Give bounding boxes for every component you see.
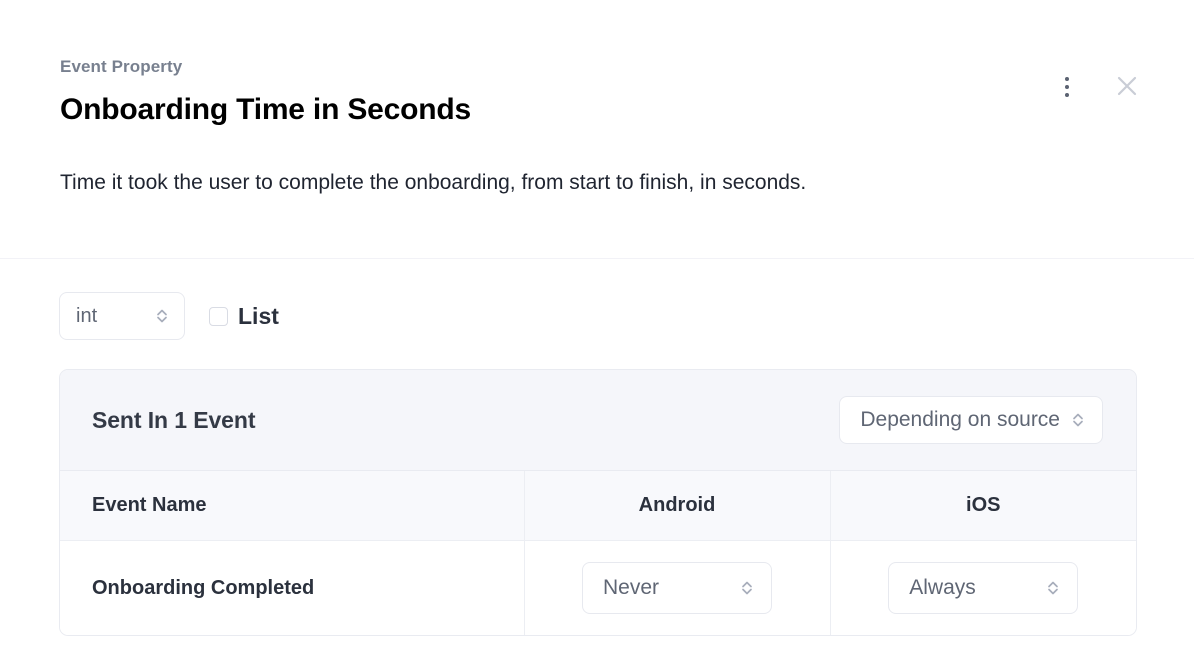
kebab-menu-icon xyxy=(1065,77,1069,97)
column-header-android: Android xyxy=(523,471,830,541)
panel-header: Event Property Onboarding Time in Second… xyxy=(0,0,1194,198)
chevron-up-down-icon xyxy=(1070,410,1086,430)
ios-presence-select[interactable]: Always xyxy=(888,562,1079,614)
event-property-panel: Event Property Onboarding Time in Second… xyxy=(0,0,1194,650)
card-title: Sent In 1 Event xyxy=(92,406,256,433)
cell-ios: Always xyxy=(829,540,1136,635)
type-select[interactable]: int xyxy=(59,292,185,340)
sent-in-events-card: Sent In 1 Event Depending on source Even… xyxy=(59,369,1137,636)
panel-eyebrow: Event Property xyxy=(60,57,183,76)
list-checkbox-wrapper[interactable]: List xyxy=(209,302,279,329)
type-select-value: int xyxy=(76,304,98,327)
table-row: Onboarding Completed Never Always xyxy=(60,540,1136,635)
close-icon xyxy=(1112,71,1142,104)
android-presence-value: Never xyxy=(603,576,660,599)
close-button[interactable] xyxy=(1106,66,1148,108)
android-presence-select[interactable]: Never xyxy=(582,562,772,614)
cell-android: Never xyxy=(523,540,830,635)
chevron-up-down-icon xyxy=(1045,578,1061,598)
table-header-row: Event Name Android iOS xyxy=(60,471,1136,541)
property-description: Time it took the user to complete the on… xyxy=(60,171,807,194)
source-select-value: Depending on source xyxy=(860,408,1060,431)
chevron-up-down-icon xyxy=(739,578,755,598)
chevron-up-down-icon xyxy=(154,306,170,326)
column-header-ios: iOS xyxy=(829,471,1136,541)
ios-presence-value: Always xyxy=(909,576,976,599)
property-controls: int List xyxy=(59,292,279,340)
more-options-button[interactable] xyxy=(1046,66,1088,108)
source-select[interactable]: Depending on source xyxy=(839,396,1103,444)
card-header: Sent In 1 Event Depending on source xyxy=(60,370,1136,471)
header-divider xyxy=(0,258,1194,259)
cell-event-name: Onboarding Completed xyxy=(60,540,524,635)
page-title: Onboarding Time in Seconds xyxy=(60,93,471,126)
events-table: Event Name Android iOS Onboarding Comple… xyxy=(60,471,1136,635)
list-checkbox-label: List xyxy=(238,302,279,329)
list-checkbox[interactable] xyxy=(209,306,228,326)
header-actions xyxy=(1046,66,1148,108)
column-header-event-name: Event Name xyxy=(60,471,524,541)
